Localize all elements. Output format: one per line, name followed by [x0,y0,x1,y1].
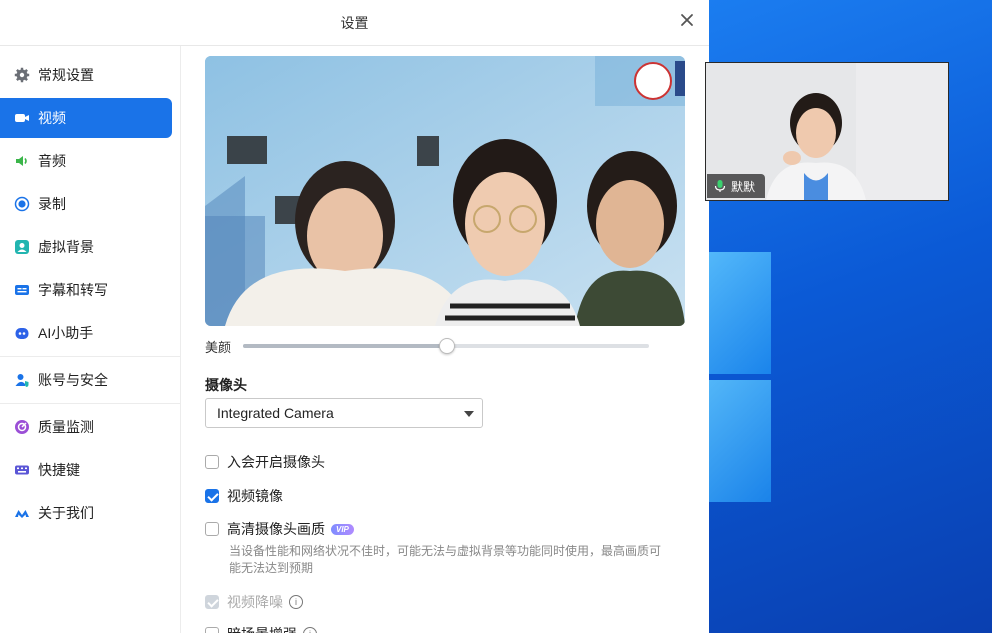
sidebar-item-label: 关于我们 [38,505,94,521]
participant-name: 默默 [731,179,756,194]
sidebar-item-label: 常规设置 [38,67,94,83]
option-camera-on-join[interactable]: 入会开启摄像头 [205,452,325,472]
ai-assistant-icon [14,325,30,341]
virtual-background-icon [14,239,30,255]
option-label: 视频降噪 [227,594,283,610]
chevron-down-icon [464,411,474,417]
sidebar-divider [0,356,180,357]
sidebar-item-quality-monitor[interactable]: 质量监测 [0,407,172,447]
vip-badge: VIP [331,523,354,535]
sidebar-item-label: 录制 [38,196,66,212]
beauty-slider-row: 美颜 [205,336,665,356]
windows-logo [709,230,819,520]
checkbox-low-light[interactable] [205,627,219,633]
info-icon[interactable]: i [303,627,317,633]
sidebar-item-label: 视频 [38,110,66,126]
option-video-denoise: 视频降噪 i [205,592,303,612]
microphone-icon [714,180,726,192]
sidebar-item-label: 快捷键 [38,462,80,478]
close-icon[interactable] [679,12,695,28]
settings-sidebar: 常规设置 视频 音频 录制 虚拟背景 字幕和转写 AI小助手 账号与安全 质量监… [0,46,181,633]
sidebar-item-label: 质量监测 [38,419,94,435]
title-bar: 设置 [0,0,709,46]
camera-preview [205,56,685,326]
video-settings-panel: 美颜 摄像头 Integrated Camera 入会开启摄像头 视频镜像 高清… [181,46,709,633]
sidebar-divider [0,403,180,404]
speaker-icon [14,153,30,169]
sidebar-item-about[interactable]: 关于我们 [0,493,172,533]
sidebar-item-label: 虚拟背景 [38,239,94,255]
settings-window: 设置 常规设置 视频 音频 录制 虚拟背景 字幕和转写 AI小助手 账号与安全 … [0,0,709,633]
checkbox-camera-on-join[interactable] [205,455,219,469]
sidebar-item-account-security[interactable]: 账号与安全 [0,360,172,400]
sidebar-item-label: AI小助手 [38,325,94,341]
gear-icon [14,67,30,83]
option-mirror-video[interactable]: 视频镜像 [205,486,283,506]
account-security-icon [14,372,30,388]
sidebar-item-ai-assistant[interactable]: AI小助手 [0,313,172,353]
checkbox-video-denoise [205,595,219,609]
option-label: 暗场景增强 [227,624,297,633]
option-label: 入会开启摄像头 [227,454,325,470]
sidebar-item-audio[interactable]: 音频 [0,141,172,181]
beauty-slider-handle[interactable] [439,338,455,354]
quality-monitor-icon [14,419,30,435]
record-icon [14,196,30,212]
video-camera-icon [14,110,30,126]
about-logo-icon [14,505,30,521]
beauty-label: 美颜 [205,339,232,355]
window-title: 设置 [340,15,369,31]
keyboard-icon [14,462,30,478]
sidebar-item-general[interactable]: 常规设置 [0,55,172,95]
option-label: 视频镜像 [227,488,283,504]
sidebar-item-label: 音频 [38,153,66,169]
sidebar-item-captions[interactable]: 字幕和转写 [0,270,172,310]
beauty-slider-fill [243,344,446,348]
checkbox-mirror-video[interactable] [205,489,219,503]
participant-name-tag: 默默 [707,174,766,198]
sidebar-item-video[interactable]: 视频 [0,98,172,138]
beauty-slider[interactable] [243,338,649,354]
sidebar-item-virtual-background[interactable]: 虚拟背景 [0,227,172,267]
sidebar-item-label: 账号与安全 [38,372,108,388]
info-icon[interactable]: i [289,595,303,609]
option-label: 高清摄像头画质 [227,521,325,537]
camera-select-value: Integrated Camera [217,405,334,421]
captions-icon [14,282,30,298]
camera-select[interactable]: Integrated Camera [205,398,483,428]
sidebar-item-shortcuts[interactable]: 快捷键 [0,450,172,490]
sidebar-item-recording[interactable]: 录制 [0,184,172,224]
participant-video-thumbnail[interactable]: 默默 [705,62,949,201]
option-low-light[interactable]: 暗场景增强 i [205,624,317,633]
checkbox-hd-camera[interactable] [205,522,219,536]
sidebar-item-label: 字幕和转写 [38,282,108,298]
option-hd-camera[interactable]: 高清摄像头画质 VIP [205,519,354,539]
hd-hint-text: 当设备性能和网络状况不佳时，可能无法与虚拟背景等功能同时使用，最高画质可能无法达… [229,544,662,575]
camera-section-label: 摄像头 [205,377,247,393]
